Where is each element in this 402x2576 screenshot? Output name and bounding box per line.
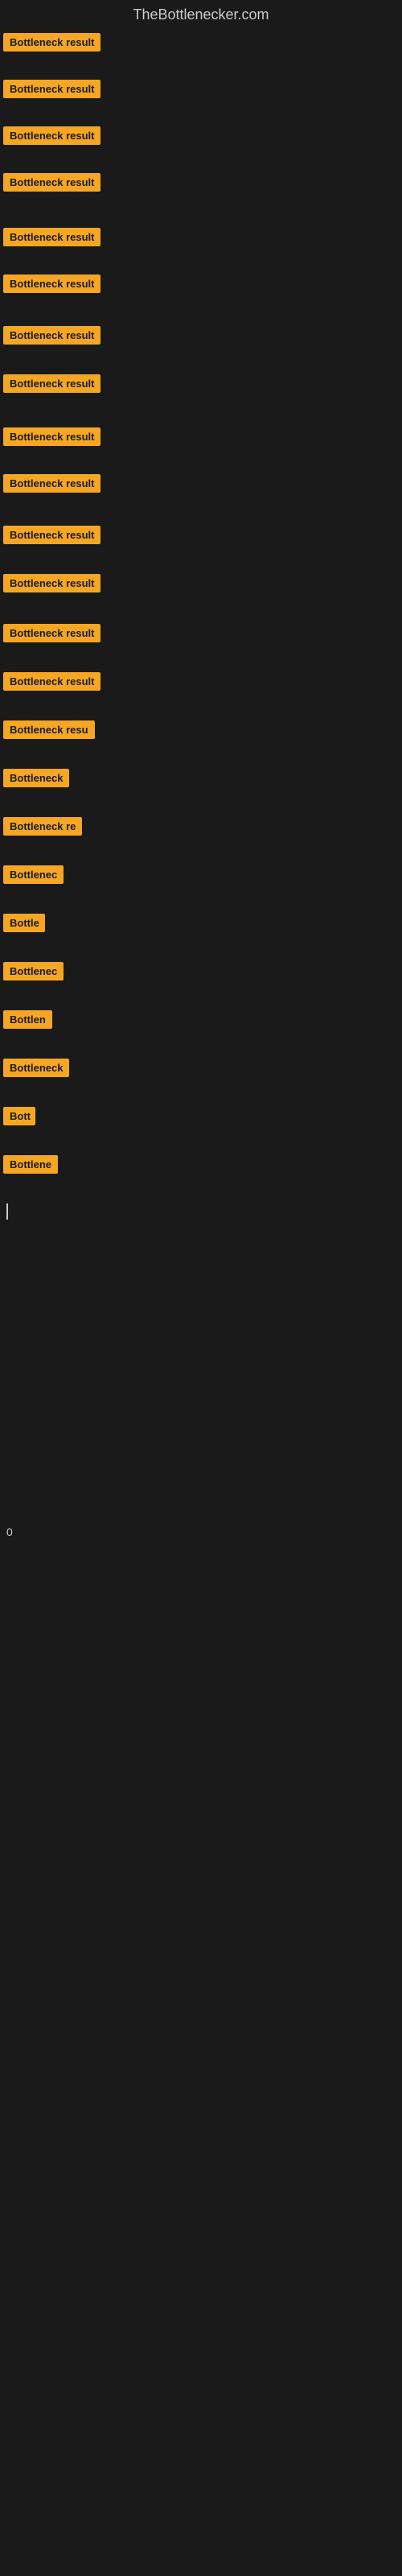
bottleneck-badge[interactable]: Bottleneck resu xyxy=(3,720,95,739)
bottleneck-badge[interactable]: Bottleneck result xyxy=(3,173,100,192)
spacer-3 xyxy=(0,1413,402,1509)
list-item: Bottle xyxy=(0,914,402,936)
list-item: Bottlen xyxy=(0,1010,402,1033)
bottleneck-badge[interactable]: Bottlene xyxy=(3,1155,58,1174)
bottleneck-badge[interactable]: Bottleneck result xyxy=(3,374,100,393)
page-wrapper: TheBottlenecker.com Bottleneck result Bo… xyxy=(0,0,402,1926)
bottleneck-badge[interactable]: Bott xyxy=(3,1107,35,1125)
list-item: Bottlenec xyxy=(0,865,402,888)
bottleneck-badge[interactable]: Bottlenec xyxy=(3,962,64,980)
spacer-2 xyxy=(0,1316,402,1413)
list-item: Bottleneck resu xyxy=(0,720,402,743)
bottleneck-list: Bottleneck result Bottleneck result Bott… xyxy=(0,33,402,1926)
bottleneck-badge[interactable]: Bottleneck result xyxy=(3,228,100,246)
list-item: Bottleneck re xyxy=(0,817,402,840)
single-char-text: 0 xyxy=(3,1525,13,1538)
list-item: Bottleneck result xyxy=(0,326,402,349)
list-item: Bottleneck result xyxy=(0,80,402,102)
bottleneck-badge[interactable]: Bottleneck xyxy=(3,1059,69,1077)
list-item: Bottleneck result xyxy=(0,624,402,646)
bottleneck-badge[interactable]: Bottlen xyxy=(3,1010,52,1029)
list-item: Bottleneck result xyxy=(0,574,402,597)
list-item: Bottleneck result xyxy=(0,33,402,56)
list-item: Bott xyxy=(0,1107,402,1129)
text-cursor xyxy=(6,1203,8,1220)
bottleneck-badge[interactable]: Bottleneck result xyxy=(3,326,100,345)
spacer-7 xyxy=(0,1830,402,1926)
bottleneck-badge[interactable]: Bottleneck result xyxy=(3,574,100,592)
list-item: Bottlene xyxy=(0,1155,402,1178)
bottleneck-badge[interactable]: Bottleneck result xyxy=(3,126,100,145)
single-char-container: 0 xyxy=(0,1525,402,1540)
bottleneck-badge[interactable]: Bottleneck result xyxy=(3,624,100,642)
list-item: Bottleneck result xyxy=(0,374,402,397)
bottleneck-badge[interactable]: Bottleneck xyxy=(3,769,69,787)
bottleneck-badge[interactable]: Bottleneck result xyxy=(3,275,100,293)
list-item: Bottleneck result xyxy=(0,474,402,497)
list-item: Bottlenec xyxy=(0,962,402,985)
list-item: Bottleneck result xyxy=(0,173,402,196)
bottleneck-badge[interactable]: Bottleneck result xyxy=(3,427,100,446)
list-item: Bottleneck xyxy=(0,1059,402,1081)
list-item: Bottleneck result xyxy=(0,526,402,548)
bottleneck-badge[interactable]: Bottleneck result xyxy=(3,474,100,493)
spacer-6 xyxy=(0,1733,402,1830)
bottleneck-badge[interactable]: Bottle xyxy=(3,914,45,932)
site-header: TheBottlenecker.com xyxy=(0,0,402,33)
bottleneck-badge[interactable]: Bottleneck result xyxy=(3,80,100,98)
list-item: Bottleneck result xyxy=(0,672,402,695)
list-item: Bottleneck result xyxy=(0,275,402,297)
bottleneck-badge[interactable]: Bottleneck result xyxy=(3,526,100,544)
cursor-container xyxy=(0,1203,402,1220)
bottleneck-badge[interactable]: Bottleneck result xyxy=(3,33,100,52)
bottleneck-badge[interactable]: Bottlenec xyxy=(3,865,64,884)
bottleneck-badge[interactable]: Bottleneck re xyxy=(3,817,82,836)
list-item: Bottleneck xyxy=(0,769,402,791)
list-item: Bottleneck result xyxy=(0,228,402,250)
spacer-1 xyxy=(0,1220,402,1316)
site-title: TheBottlenecker.com xyxy=(0,0,402,33)
spacer-5 xyxy=(0,1637,402,1733)
spacer-4 xyxy=(0,1540,402,1637)
list-item: Bottleneck result xyxy=(0,427,402,450)
bottleneck-badge[interactable]: Bottleneck result xyxy=(3,672,100,691)
list-item: Bottleneck result xyxy=(0,126,402,149)
